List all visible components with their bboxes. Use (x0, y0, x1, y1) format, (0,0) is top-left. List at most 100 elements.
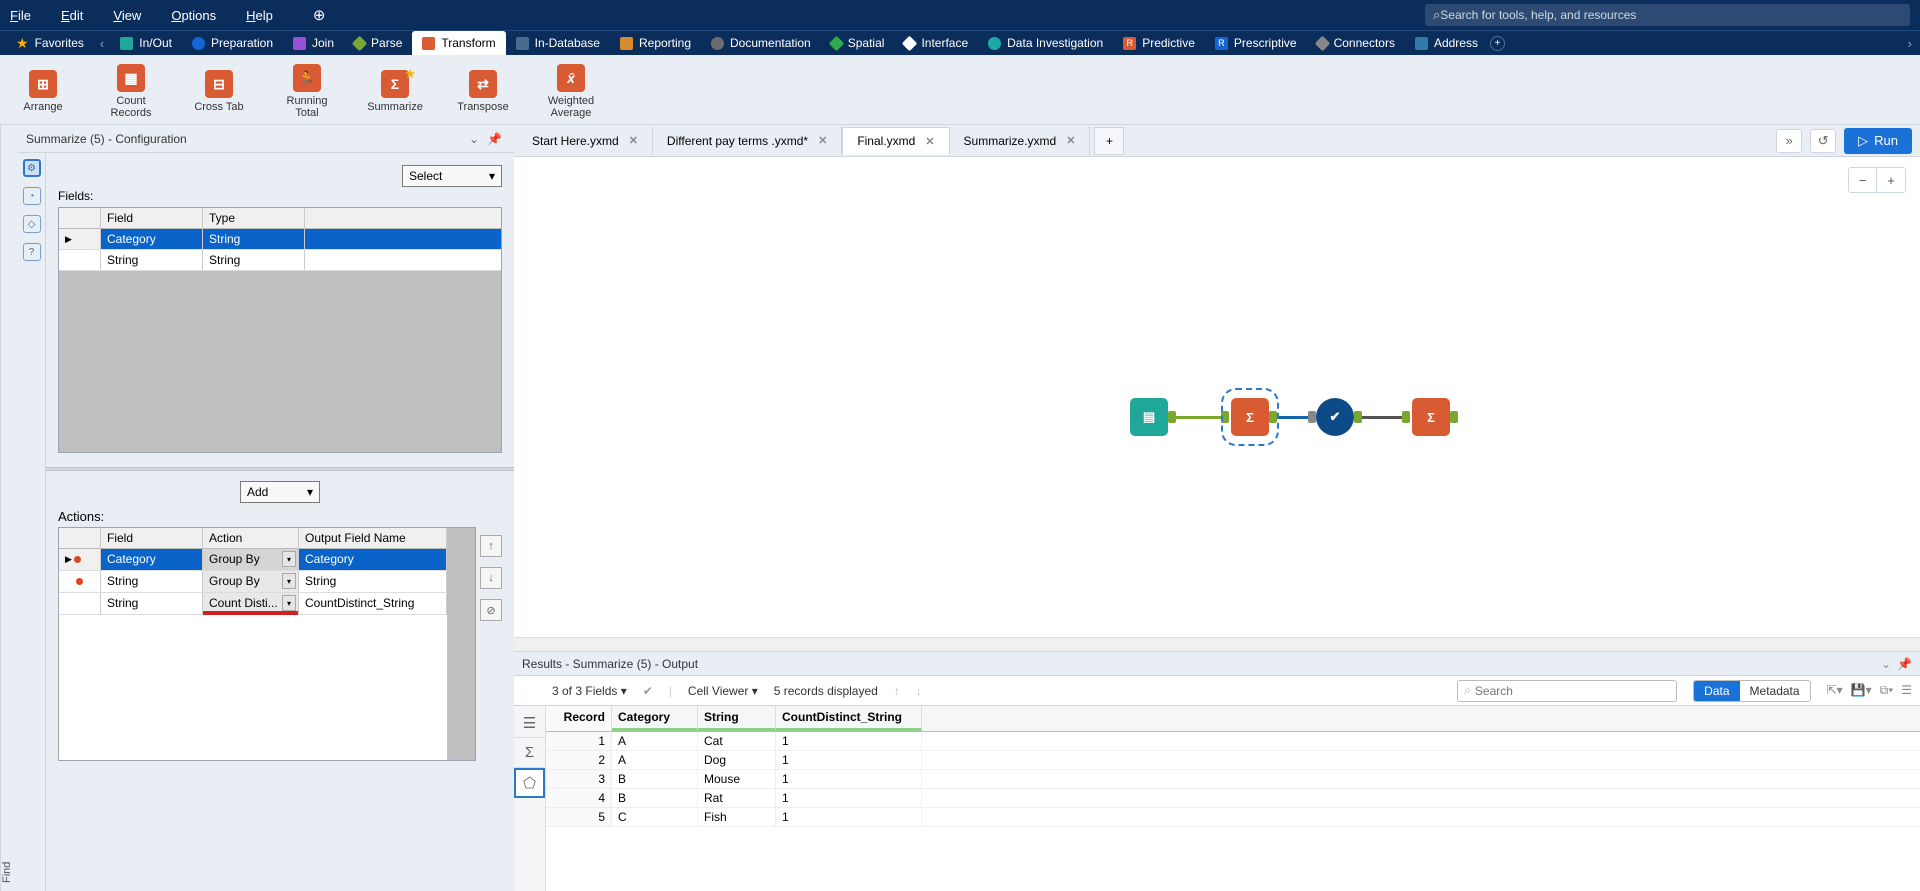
history-icon[interactable]: ↺ (1810, 129, 1836, 153)
action-row[interactable]: String Count Disti...▾ CountDistinct_Str… (59, 593, 447, 615)
table-row[interactable]: 4BRat1 (546, 789, 1920, 808)
table-row[interactable]: 3BMouse1 (546, 770, 1920, 789)
pin-icon[interactable]: 📌 (483, 132, 506, 146)
tool-running-total[interactable]: 🏃Running Total (276, 64, 338, 119)
results-search-input[interactable] (1475, 684, 1670, 698)
config-tab-tag[interactable]: ◇ (23, 215, 41, 233)
connector-in[interactable] (1221, 411, 1229, 423)
tool-weighted-average[interactable]: x̄Weighted Average (540, 64, 602, 119)
menu-options[interactable]: Options (171, 8, 216, 23)
cat-parse[interactable]: Parse (344, 31, 412, 55)
tool-count-records[interactable]: ▦Count Records (100, 64, 162, 119)
col-string[interactable]: String (698, 706, 776, 731)
connection[interactable] (1277, 416, 1310, 419)
zoom-in-button[interactable]: + (1877, 168, 1905, 192)
pin-icon[interactable]: 📌 (1897, 657, 1912, 671)
close-icon[interactable]: ✕ (925, 135, 934, 148)
next-icon[interactable]: ↓ (916, 684, 922, 698)
metadata-view-button[interactable]: Metadata (1740, 681, 1810, 701)
tab-summarize[interactable]: Summarize.yxmd✕ (950, 127, 1091, 155)
tool-cross-tab[interactable]: ⊟Cross Tab (188, 70, 250, 113)
menu-edit[interactable]: Edit (61, 8, 83, 23)
browse-tab[interactable]: ⬠ (514, 768, 545, 798)
output-tab[interactable]: Σ (514, 738, 545, 768)
cat-interface[interactable]: Interface (894, 31, 978, 55)
overflow-icon[interactable]: » (1776, 129, 1802, 153)
cat-documentation[interactable]: Documentation (701, 31, 821, 55)
cat-prev-icon[interactable]: ‹ (94, 36, 110, 51)
actions-grid[interactable]: Field Action Output Field Name ▶ Categor… (58, 527, 476, 761)
cat-reporting[interactable]: Reporting (610, 31, 701, 55)
config-tab-settings[interactable]: ⚙ (23, 159, 41, 177)
fields-grid[interactable]: Field Type ▶ Category String String Stri… (58, 207, 502, 453)
delete-button[interactable]: ⊘ (480, 599, 502, 621)
cat-predictive[interactable]: RPredictive (1113, 31, 1205, 55)
dropdown-icon[interactable]: ▾ (282, 551, 296, 567)
col-countdistinct[interactable]: CountDistinct_String (776, 706, 922, 731)
menu-help[interactable]: Help (246, 8, 273, 23)
save-icon[interactable]: 💾▾ (1851, 683, 1872, 698)
col-category[interactable]: Category (612, 706, 698, 731)
node-summarize[interactable]: Σ (1412, 398, 1450, 436)
check-icon[interactable]: ✔ (643, 684, 653, 698)
node-text-input[interactable]: ▤ (1130, 398, 1168, 436)
table-row[interactable]: 1ACat1 (546, 732, 1920, 751)
table-row[interactable]: 5CFish1 (546, 808, 1920, 827)
col-output[interactable]: Output Field Name (299, 528, 447, 548)
dropdown-icon[interactable]: ▾ (282, 595, 296, 611)
zoom-out-button[interactable]: − (1849, 168, 1877, 192)
node-summarize-selected[interactable]: Σ (1231, 398, 1269, 436)
move-down-button[interactable]: ↓ (480, 567, 502, 589)
global-search-input[interactable] (1440, 8, 1902, 22)
data-view-button[interactable]: Data (1694, 681, 1739, 701)
workflow-canvas[interactable]: − + ▤ Σ ✔ Σ (514, 157, 1920, 651)
run-button[interactable]: ▷Run (1844, 128, 1912, 154)
new-tab-button[interactable]: + (1094, 127, 1124, 155)
results-table[interactable]: Record Category String CountDistinct_Str… (546, 706, 1920, 891)
menu-file[interactable]: File (10, 8, 31, 23)
connector-in[interactable] (1402, 411, 1410, 423)
chevron-down-icon[interactable]: ⌄ (465, 132, 483, 146)
move-up-button[interactable]: ↑ (480, 535, 502, 557)
menu-view[interactable]: View (113, 8, 141, 23)
find-tab[interactable]: Find (0, 125, 18, 891)
tab-start-here[interactable]: Start Here.yxmd✕ (518, 127, 653, 155)
menu-icon[interactable]: ☰ (1901, 683, 1912, 698)
field-row[interactable]: String String (59, 250, 501, 271)
global-search[interactable]: ⌕ (1425, 4, 1910, 26)
dropdown-icon[interactable]: ▾ (282, 573, 296, 589)
cat-transform[interactable]: Transform (412, 31, 505, 55)
cat-favorites[interactable]: ★Favorites (6, 31, 94, 55)
field-row[interactable]: ▶ Category String (59, 229, 501, 250)
cat-datainv[interactable]: Data Investigation (978, 31, 1113, 55)
connector-in[interactable] (1308, 411, 1316, 423)
cat-preparation[interactable]: Preparation (182, 31, 283, 55)
tab-pay-terms[interactable]: Different pay terms .yxmd*✕ (653, 127, 842, 155)
copy-icon[interactable]: ⧉▾ (1880, 683, 1894, 698)
connector-out[interactable] (1168, 411, 1176, 423)
config-tab-annotation[interactable]: ◔ (23, 187, 41, 205)
cat-prescriptive[interactable]: RPrescriptive (1205, 31, 1307, 55)
messages-tab[interactable]: ☰ (514, 708, 545, 738)
cell-viewer-dropdown[interactable]: Cell Viewer ▾ (688, 684, 758, 698)
cat-address[interactable]: Address (1405, 31, 1488, 55)
cat-add-icon[interactable]: + (1490, 36, 1505, 51)
cat-join[interactable]: Join (283, 31, 344, 55)
connector-out[interactable] (1269, 411, 1277, 423)
add-dropdown[interactable]: Add▾ (240, 481, 320, 503)
config-tab-help[interactable]: ? (23, 243, 41, 261)
tool-arrange[interactable]: ⊞Arrange (12, 70, 74, 113)
col-field[interactable]: Field (101, 208, 203, 228)
cat-connectors[interactable]: Connectors (1307, 31, 1405, 55)
close-icon[interactable]: ✕ (818, 134, 827, 147)
action-row[interactable]: String Group By▾ String (59, 571, 447, 593)
horizontal-scrollbar[interactable] (514, 637, 1920, 651)
connection[interactable] (1362, 416, 1402, 419)
close-icon[interactable]: ✕ (629, 134, 638, 147)
action-row[interactable]: ▶ Category Group By▾ Category (59, 549, 447, 571)
connector-out[interactable] (1354, 411, 1362, 423)
col-record[interactable]: Record (546, 706, 612, 731)
cat-inout[interactable]: In/Out (110, 31, 182, 55)
cat-spatial[interactable]: Spatial (821, 31, 895, 55)
connection[interactable] (1176, 416, 1221, 419)
